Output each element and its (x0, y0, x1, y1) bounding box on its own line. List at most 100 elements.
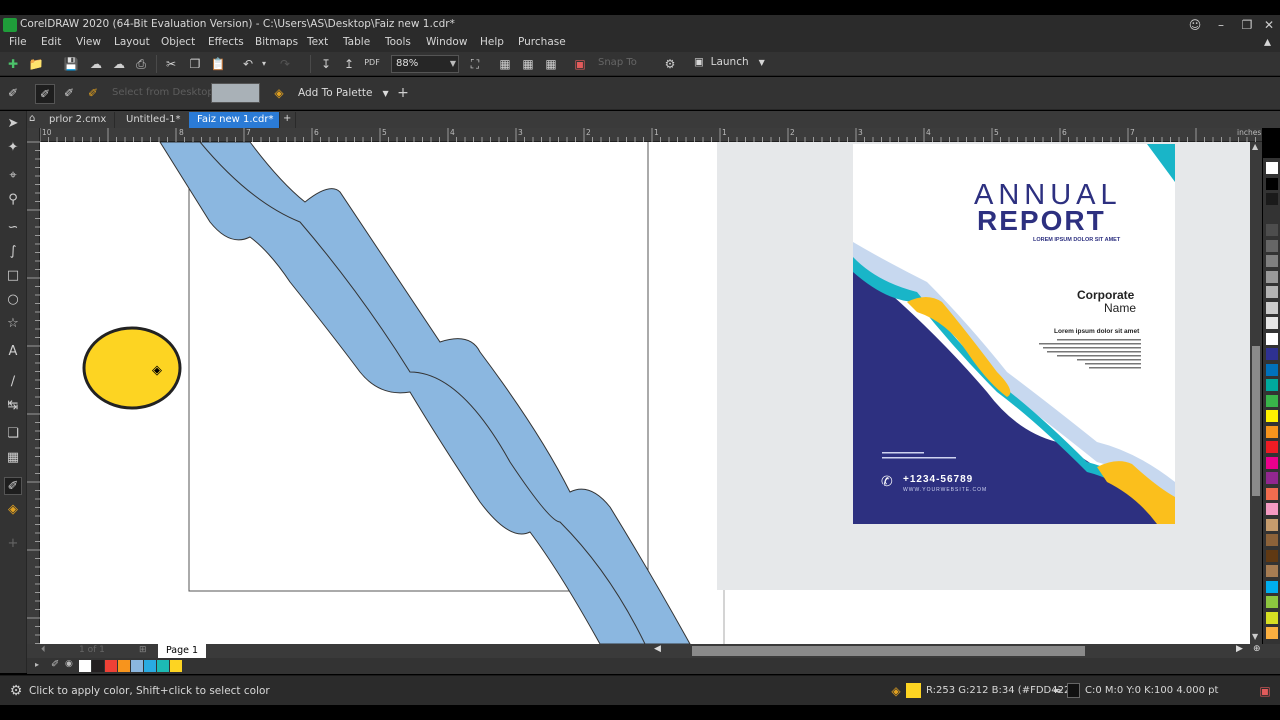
zoom-tool-icon[interactable]: ⚲ (4, 191, 22, 209)
menu-tools[interactable]: Tools (385, 36, 411, 48)
plus-icon[interactable]: + (395, 85, 411, 101)
document-palette-swatch[interactable] (79, 660, 91, 672)
tab-faiz-new-1[interactable]: Faiz new 1.cdr* (189, 112, 280, 128)
open-icon[interactable]: 📁 (28, 56, 44, 72)
palette-swatch[interactable] (1266, 177, 1278, 190)
apply-color-icon[interactable]: ✐ (61, 85, 77, 101)
wavy-ribbon-shape[interactable] (159, 142, 691, 644)
palette-swatch[interactable] (1266, 627, 1278, 639)
palette-swatch[interactable] (1266, 208, 1278, 221)
document-palette-swatch[interactable] (144, 660, 156, 672)
palette-swatch[interactable] (1266, 394, 1278, 407)
options-gear-icon[interactable]: ⚙ (662, 56, 678, 72)
vertical-scroll-thumb[interactable] (1252, 346, 1260, 496)
add-to-palette-button[interactable]: Add To Palette ▼ (298, 87, 389, 99)
outline-color-swatch[interactable] (1067, 683, 1080, 698)
palette-swatch[interactable] (1266, 270, 1278, 283)
settings-gear-icon[interactable]: ⚙ (8, 683, 24, 699)
palette-arrow-icon[interactable]: ▸ (35, 660, 39, 669)
menu-object[interactable]: Object (161, 36, 195, 48)
palette-swatch[interactable] (1266, 472, 1278, 484)
fill-bucket-icon[interactable]: ◈ (271, 85, 287, 101)
palette-eyedropper-icon[interactable]: ✐ (51, 659, 59, 670)
reference-image-panel[interactable]: ANNUAL REPORT LOREM IPSUM DOLOR SIT AMET… (717, 142, 1250, 590)
palette-swatch[interactable] (1266, 317, 1278, 329)
export-icon[interactable]: ↥ (341, 56, 357, 72)
selected-color-swatch[interactable] (211, 83, 260, 103)
palette-swatch[interactable] (1266, 363, 1278, 376)
horizontal-scroll-thumb[interactable] (692, 646, 1085, 656)
scroll-up-icon[interactable]: ▲ (1252, 142, 1258, 151)
coreldraw-app-icon[interactable] (3, 18, 17, 32)
pick-tool-icon[interactable]: ➤ (4, 115, 22, 133)
snap-off-icon[interactable]: ▣ (572, 56, 588, 72)
undo-icon[interactable]: ↶ (240, 56, 256, 72)
zoom-navigator-icon[interactable]: ⊕ (1253, 644, 1261, 654)
page-tab[interactable]: Page 1 (158, 644, 207, 658)
palette-swatch[interactable] (1266, 549, 1278, 562)
document-palette-swatch[interactable] (131, 660, 143, 672)
add-page-icon[interactable]: ⊞ (139, 645, 147, 655)
artistic-media-tool-icon[interactable]: ∫ (4, 243, 22, 261)
palette-swatch[interactable] (1266, 503, 1278, 515)
fill-color-swatch[interactable] (906, 683, 921, 698)
quick-customize-icon[interactable]: + (4, 535, 22, 553)
menu-effects[interactable]: Effects (208, 36, 244, 48)
paste-icon[interactable]: 📋 (210, 56, 226, 72)
tab-untitled-1[interactable]: Untitled-1* (118, 112, 190, 128)
palette-swatch[interactable] (1266, 534, 1278, 546)
rectangle-tool-icon[interactable]: □ (4, 267, 22, 285)
menu-layout[interactable]: Layout (114, 36, 150, 48)
menu-view[interactable]: View (76, 36, 101, 48)
document-palette-swatch[interactable] (92, 660, 104, 672)
palette-swatch[interactable] (1266, 487, 1278, 500)
launch-dropdown[interactable]: ▣ Launch ▼ (694, 56, 765, 72)
palette-swatch[interactable] (1266, 332, 1278, 345)
close-button[interactable]: ✕ (1258, 16, 1280, 34)
document-palette-swatch[interactable] (105, 660, 117, 672)
account-icon[interactable]: ☺ (1184, 16, 1206, 34)
transparency-tool-icon[interactable]: ▦ (4, 449, 22, 467)
paintbucket-icon[interactable]: ✐ (85, 85, 101, 101)
menu-help[interactable]: Help (480, 36, 504, 48)
print-icon[interactable]: ⎙ (133, 56, 149, 72)
palette-swatch[interactable] (1266, 596, 1278, 608)
color-management-icon[interactable]: ▣ (1257, 683, 1273, 699)
cloud-icon[interactable]: ☁ (111, 56, 127, 72)
menu-bitmaps[interactable]: Bitmaps (255, 36, 298, 48)
text-tool-icon[interactable]: A (4, 343, 22, 361)
yellow-ellipse-shape[interactable] (82, 326, 182, 410)
undo-dropdown-icon[interactable]: ▾ (256, 56, 272, 72)
polygon-tool-icon[interactable]: ☆ (4, 315, 22, 333)
palette-swatch[interactable] (1266, 162, 1278, 174)
pdf-icon[interactable]: PDF (364, 55, 380, 71)
menu-window[interactable]: Window (426, 36, 467, 48)
annual-report-image[interactable]: ANNUAL REPORT LOREM IPSUM DOLOR SIT AMET… (717, 142, 1250, 590)
expand-icon[interactable]: ▴ (1264, 34, 1271, 50)
color-eyedropper-tool-icon[interactable]: ✐ (4, 477, 22, 495)
tab-prlor-2[interactable]: prlor 2.cmx (41, 112, 116, 128)
new-document-icon[interactable]: ✚ (5, 56, 21, 72)
palette-swatch[interactable] (1266, 565, 1278, 577)
palette-swatch[interactable] (1266, 410, 1278, 422)
palette-swatch[interactable] (1266, 379, 1278, 391)
drop-shadow-tool-icon[interactable]: ❏ (4, 425, 22, 443)
minimize-button[interactable]: – (1210, 16, 1232, 34)
document-palette-swatch[interactable] (157, 660, 169, 672)
zoom-level-dropdown[interactable]: 88% ▼ (391, 55, 459, 73)
scroll-down-icon[interactable]: ▼ (1252, 632, 1258, 641)
full-screen-icon[interactable]: ⛶ (467, 56, 483, 72)
shape-tool-icon[interactable]: ✦ (4, 139, 22, 157)
palette-swatch[interactable] (1266, 518, 1278, 531)
palette-swatch[interactable] (1266, 193, 1278, 205)
freehand-tool-icon[interactable]: ∽ (4, 219, 22, 237)
ellipse-tool-icon[interactable]: ○ (4, 291, 22, 309)
interactive-fill-tool-icon[interactable]: ◈ (4, 501, 22, 519)
show-grid-icon[interactable]: ▦ (520, 56, 536, 72)
crop-tool-icon[interactable]: ⌖ (4, 167, 22, 185)
palette-swatch[interactable] (1266, 301, 1278, 314)
select-color-icon[interactable]: ✐ (35, 84, 55, 104)
copy-icon[interactable]: ❐ (187, 56, 203, 72)
select-from-desktop-button[interactable]: Select from Desktop (112, 87, 214, 98)
palette-swatch[interactable] (1266, 286, 1278, 298)
